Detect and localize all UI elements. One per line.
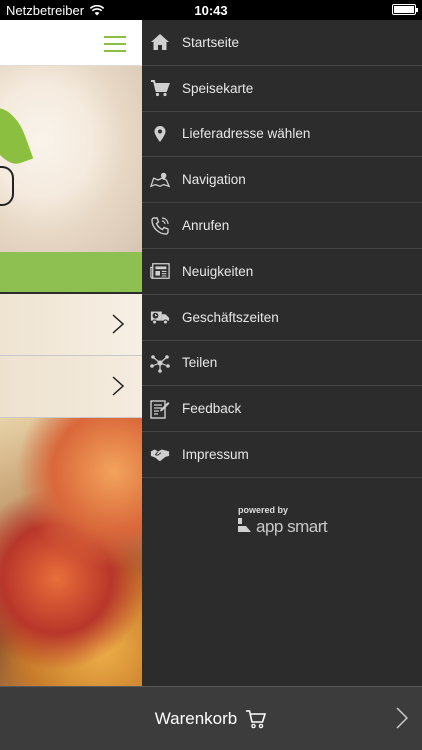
menu-item-neuigkeiten[interactable]: Neuigkeiten [142,249,422,295]
list-item[interactable] [0,294,142,356]
share-icon [150,353,170,373]
menu-item-teilen[interactable]: Teilen [142,341,422,387]
menu-item-label: Impressum [182,447,249,463]
battery-icon [392,4,418,15]
food-image [0,418,142,686]
shopping-cart-icon [246,709,267,728]
chevron-right-icon [112,314,124,334]
list-item[interactable] [0,356,142,418]
menu-item-speisekarte[interactable]: Speisekarte [142,66,422,112]
menu-item-label: Feedback [182,401,242,417]
menu-item-label: Neuigkeiten [182,263,254,279]
app-smart-logo: app smart [238,517,358,537]
menu-item-feedback[interactable]: Feedback [142,386,422,433]
logo-fragment [0,166,14,206]
cart-label: Warenkorb [154,708,238,728]
app-smart-brand-text: app smart [256,517,328,536]
menu-item-impressum[interactable]: Impressum [142,432,422,478]
chevron-right-icon [112,376,124,396]
menu-item-label: Startseite [182,34,240,50]
menu-item-navigation[interactable]: Navigation [142,157,422,204]
app-smart-logo-icon [238,518,251,532]
phone-icon [150,216,170,236]
menu-item-label: Geschäftszeiten [182,309,279,325]
green-banner[interactable] [0,252,142,292]
menu-item-lieferadresse[interactable]: Lieferadresse wählen [142,112,422,158]
clock: 10:43 [194,3,228,18]
background-app [0,20,142,686]
cart-icon [150,78,170,98]
menu-item-label: Teilen [182,355,218,371]
home-icon [150,32,170,52]
menu-item-startseite[interactable]: Startseite [142,20,422,66]
handshake-icon [150,445,170,465]
feedback-icon [150,399,170,419]
powered-by-block: powered by app smart [238,505,358,537]
map-icon [150,170,170,190]
screen: Netzbetreiber 10:43 Startseite Speisekar… [0,0,422,750]
app-header [0,20,142,66]
delivery-truck-icon [150,307,170,327]
chevron-right-icon [396,707,408,729]
location-pin-icon [150,124,170,144]
side-menu: Startseite Speisekarte Lieferadresse wäh… [142,20,422,686]
menu-item-label: Lieferadresse wählen [182,126,311,142]
hero-image [0,66,142,252]
powered-by-text: powered by [238,505,289,515]
hamburger-menu-icon[interactable] [104,36,126,52]
menu-item-label: Speisekarte [182,80,254,96]
status-right [392,4,418,15]
cart-bar[interactable]: Warenkorb [0,686,422,750]
menu-item-anrufen[interactable]: Anrufen [142,203,422,249]
status-bar: Netzbetreiber 10:43 [0,0,422,20]
menu-item-geschaeftszeiten[interactable]: Geschäftszeiten [142,295,422,341]
menu-item-label: Anrufen [182,218,230,234]
menu-item-label: Navigation [182,172,246,188]
newspaper-icon [150,261,170,281]
